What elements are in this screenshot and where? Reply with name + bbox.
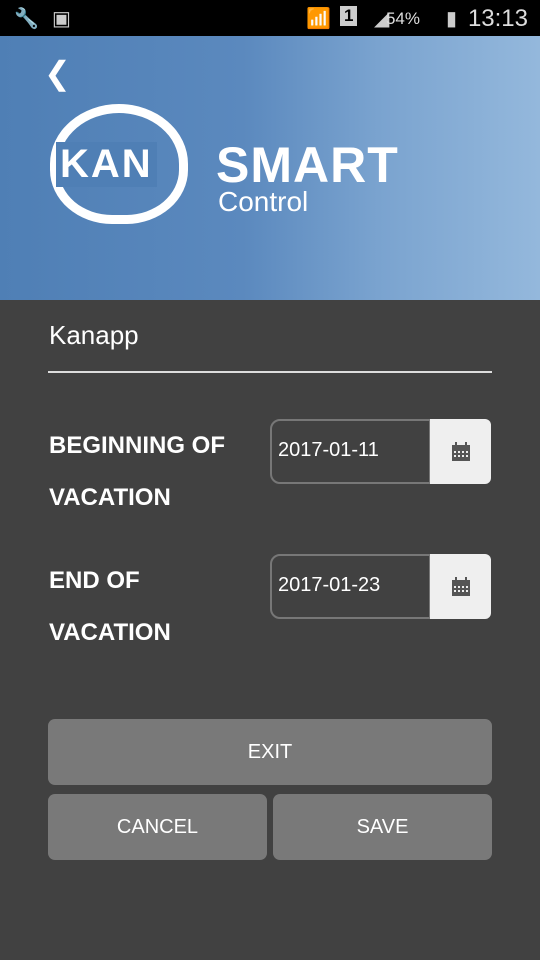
logo-control: Control bbox=[218, 186, 309, 217]
beginning-label: BEGINNING OF VACATION bbox=[49, 432, 226, 511]
wifi-icon: 📶 bbox=[306, 8, 331, 30]
logo-kan: KAN bbox=[56, 142, 157, 187]
end-calendar-button[interactable] bbox=[430, 554, 491, 619]
wrench-icon: 🔧 bbox=[14, 8, 39, 30]
app-name: Kanapp bbox=[49, 320, 139, 350]
cancel-button[interactable]: CANCEL bbox=[48, 794, 267, 860]
back-icon[interactable]: ❮ bbox=[44, 54, 71, 92]
calendar-icon bbox=[451, 441, 470, 461]
battery-icon: ▮ bbox=[446, 8, 458, 30]
image-icon: ▣ bbox=[52, 8, 71, 30]
battery-percent: 54% bbox=[385, 9, 420, 28]
save-button[interactable]: SAVE bbox=[273, 794, 492, 860]
beginning-calendar-button[interactable] bbox=[430, 419, 491, 484]
sim-icon: 1 bbox=[340, 6, 358, 26]
exit-button[interactable]: EXIT bbox=[48, 719, 492, 785]
status-bar: 🔧 ▣ 📶 1 ◢ 54% ▮ 13:13 bbox=[0, 0, 540, 36]
beginning-date-field[interactable]: 2017-01-11 bbox=[270, 419, 431, 484]
divider bbox=[48, 371, 492, 373]
end-date-field[interactable]: 2017-01-23 bbox=[270, 554, 431, 619]
calendar-icon bbox=[451, 576, 470, 596]
clock: 13:13 bbox=[467, 5, 528, 32]
header-banner: ❮ KAN SMART Control bbox=[0, 36, 540, 300]
end-label: END OF VACATION bbox=[49, 567, 171, 646]
